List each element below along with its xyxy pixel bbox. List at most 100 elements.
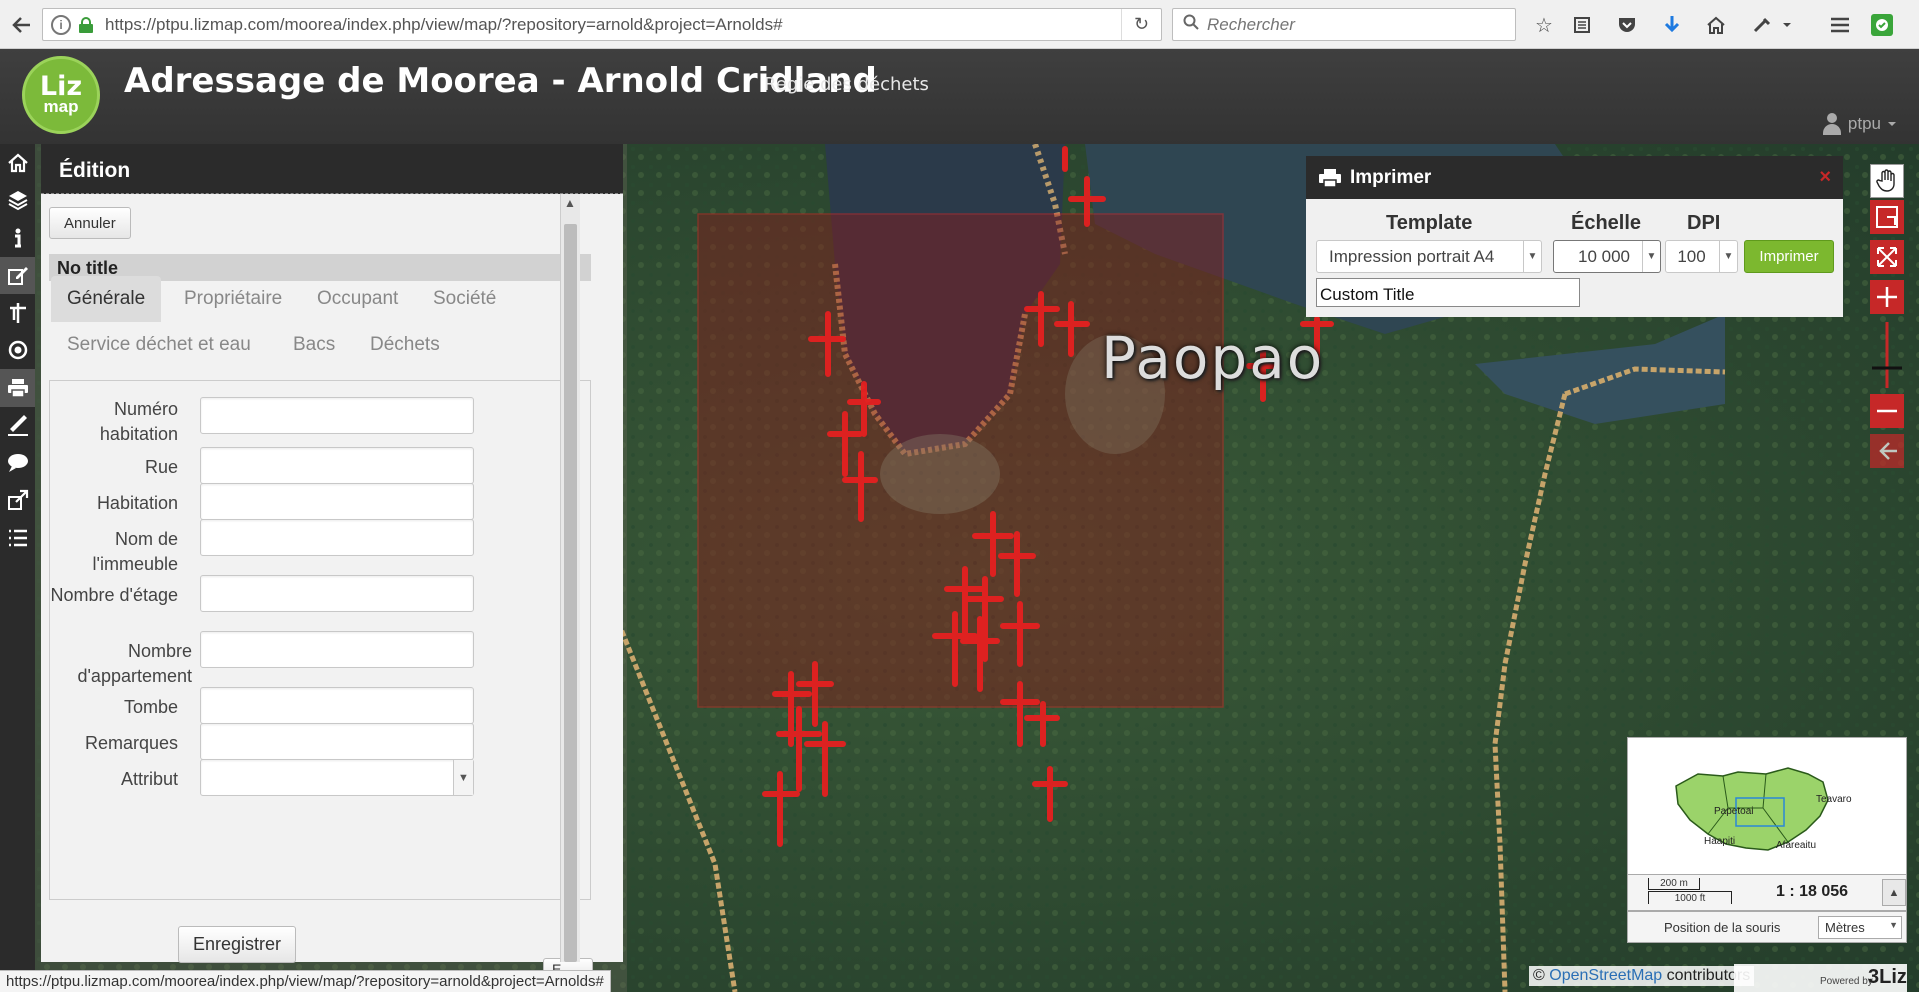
download-icon[interactable] xyxy=(1656,9,1688,41)
tools-icon[interactable] xyxy=(1746,9,1778,41)
hand-icon xyxy=(1876,169,1895,192)
pan-button[interactable] xyxy=(1870,164,1904,198)
cancel-button[interactable]: Annuler xyxy=(49,207,131,239)
map-place-label: Paopao xyxy=(1101,324,1325,392)
arrow-left-icon xyxy=(1879,442,1897,460)
zoom-extent-button[interactable] xyxy=(1870,240,1904,274)
permalink-icon[interactable] xyxy=(0,482,35,520)
field-label-attribut: Attribut xyxy=(120,769,178,789)
reload-icon[interactable]: ↻ xyxy=(1121,9,1161,40)
nombre-appartement-input[interactable] xyxy=(200,631,474,668)
close-icon[interactable]: × xyxy=(1819,166,1831,189)
zoom-in-button[interactable] xyxy=(1870,280,1904,314)
nombre-etage-input[interactable] xyxy=(200,575,474,612)
home-icon[interactable] xyxy=(0,144,35,182)
overview-label-haapiti: Haapiti xyxy=(1704,836,1736,847)
overview-toggle-button[interactable]: ▲ xyxy=(1882,879,1906,906)
tab-occupant[interactable]: Occupant xyxy=(301,276,414,322)
field-label-habitation: Habitation xyxy=(96,493,178,513)
bookmark-star-icon[interactable]: ☆ xyxy=(1528,9,1560,41)
browser-toolbar: i https://ptpu.lizmap.com/moorea/index.p… xyxy=(0,0,1919,49)
tab-bacs[interactable]: Bacs xyxy=(277,322,351,368)
tooltip-icon[interactable] xyxy=(0,444,35,482)
lizmap-menu-bar xyxy=(0,144,35,992)
layers-icon[interactable] xyxy=(0,182,35,220)
openstreetmap-link[interactable]: OpenStreetMap xyxy=(1549,967,1662,984)
browser-search[interactable] xyxy=(1172,8,1516,41)
attribution-prefix: © xyxy=(1533,967,1545,984)
measure-icon[interactable] xyxy=(0,407,35,445)
locate-icon[interactable] xyxy=(0,294,35,332)
expand-icon xyxy=(1877,247,1897,267)
previous-extent-button[interactable] xyxy=(1870,434,1904,468)
pocket-icon[interactable] xyxy=(1611,9,1643,41)
logo-text-top: Liz xyxy=(39,71,83,102)
field-label-rue: Rue xyxy=(144,457,178,477)
url-text[interactable]: https://ptpu.lizmap.com/moorea/index.php… xyxy=(105,15,1121,35)
back-arrow-icon[interactable] xyxy=(6,9,38,41)
edition-icon[interactable] xyxy=(0,256,35,294)
info-icon[interactable]: i xyxy=(51,14,71,35)
custom-title-input[interactable] xyxy=(1316,278,1580,307)
tab-societe[interactable]: Société xyxy=(417,276,512,322)
zoom-box-button[interactable] xyxy=(1870,200,1904,234)
tab-generale[interactable]: Générale xyxy=(51,276,162,322)
rue-input[interactable] xyxy=(200,447,474,484)
field-label-nom-immeuble: Nom de l'immeuble xyxy=(92,529,178,574)
template-select-value: Impression portrait A4 xyxy=(1329,246,1495,266)
template-select[interactable]: Impression portrait A4 ▼ xyxy=(1316,240,1542,273)
mouse-units-value: Mètres xyxy=(1825,920,1865,935)
info-icon[interactable] xyxy=(0,219,35,257)
scroll-up-icon[interactable]: ▲ xyxy=(561,194,579,212)
lizmap-logo[interactable]: Liz map xyxy=(22,56,100,134)
home-page-icon[interactable] xyxy=(1700,9,1732,41)
logo-text-bottom: map xyxy=(43,97,79,116)
extension-icon[interactable] xyxy=(1866,9,1898,41)
scale-select-value: 10 000 xyxy=(1578,246,1630,266)
geolocation-icon[interactable] xyxy=(0,332,35,370)
scale-line-metric: 200 m xyxy=(1648,878,1700,890)
scale-select[interactable]: 10 000 ▼ xyxy=(1553,240,1661,273)
chevron-down-icon: ▼ xyxy=(453,760,473,795)
mouse-units-select[interactable]: Mètres ▼ xyxy=(1818,916,1902,939)
tab-dechets[interactable]: Déchets xyxy=(354,322,456,368)
overview-label-afareaitu: Afareaitu xyxy=(1776,840,1817,851)
minus-icon xyxy=(1877,409,1897,413)
field-label-remarques: Remarques xyxy=(84,733,178,753)
template-header: Template xyxy=(1386,212,1473,234)
tab-service-dechet-eau[interactable]: Service déchet et eau xyxy=(51,322,267,368)
printer-icon xyxy=(1319,168,1341,188)
numero-habitation-input[interactable] xyxy=(200,397,474,434)
user-icon xyxy=(1822,113,1842,135)
scale-bar: 200 m 1000 ft 1 : 18 056 ▲ xyxy=(1627,874,1907,911)
powered-by-logo[interactable]: Powered by 3Liz xyxy=(1734,964,1907,992)
hamburger-menu-icon[interactable] xyxy=(1824,9,1856,41)
legend-icon[interactable] xyxy=(0,519,35,557)
powered-by-text: Powered by xyxy=(1820,976,1873,987)
remarques-input[interactable] xyxy=(200,723,474,760)
tombe-input[interactable] xyxy=(200,687,474,724)
print-icon[interactable] xyxy=(0,369,35,407)
address-bar[interactable]: i https://ptpu.lizmap.com/moorea/index.p… xyxy=(42,8,1162,41)
overview-island xyxy=(1628,738,1906,875)
overflow-chevron-icon[interactable] xyxy=(1778,9,1796,41)
attribut-select[interactable]: ▼ xyxy=(200,759,474,796)
scrollbar-thumb[interactable] xyxy=(564,224,577,962)
reading-list-icon[interactable] xyxy=(1566,9,1598,41)
user-menu[interactable]: ptpu xyxy=(1822,113,1897,135)
print-button[interactable]: Imprimer xyxy=(1744,240,1834,273)
save-button[interactable]: Enregistrer xyxy=(178,926,297,963)
zoom-slider-track xyxy=(1872,322,1902,388)
scale-header: Échelle xyxy=(1571,212,1642,234)
brand-3liz: 3Liz xyxy=(1868,966,1907,988)
zoom-box-icon xyxy=(1876,206,1898,228)
nom-immeuble-input[interactable] xyxy=(200,519,474,556)
habitation-input[interactable] xyxy=(200,483,474,520)
zoom-slider[interactable] xyxy=(1870,318,1904,392)
edition-scrollbar[interactable]: ▲ xyxy=(560,194,580,962)
browser-search-input[interactable] xyxy=(1207,14,1497,35)
dpi-select[interactable]: 100 ▼ xyxy=(1665,240,1738,273)
mouse-position-label: Position de la souris xyxy=(1664,920,1781,935)
tab-proprietaire[interactable]: Propriétaire xyxy=(168,276,298,322)
zoom-out-button[interactable] xyxy=(1870,394,1904,428)
